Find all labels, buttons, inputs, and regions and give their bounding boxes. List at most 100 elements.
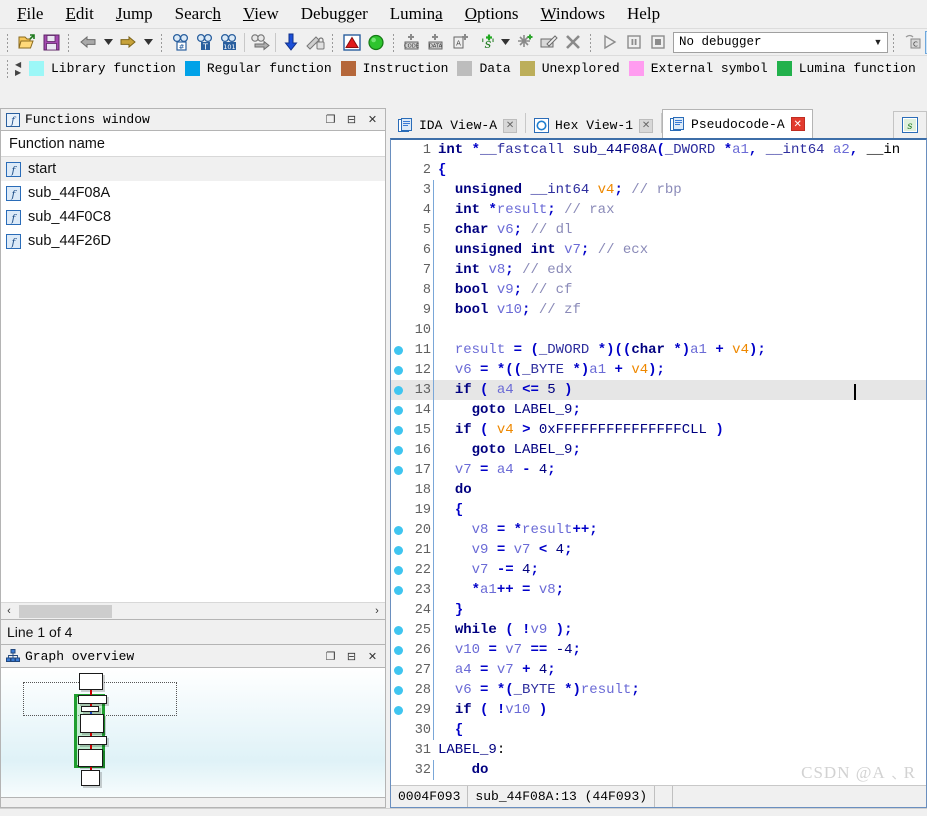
pseudocode-line[interactable]: 9 bool v10; // zf bbox=[391, 300, 926, 320]
pseudocode-line[interactable]: 15 if ( v4 > 0xFFFFFFFFFFFFFFFCLL ) bbox=[391, 420, 926, 440]
close-icon[interactable]: ✕ bbox=[363, 111, 382, 128]
warning-triangle-icon[interactable] bbox=[340, 31, 364, 54]
pseudocode-line[interactable]: 16 goto LABEL_9; bbox=[391, 440, 926, 460]
pause-icon[interactable] bbox=[622, 31, 646, 54]
pseudocode-line[interactable]: 26 v10 = v7 == -4; bbox=[391, 640, 926, 660]
menu-item-lumina[interactable]: Lumina bbox=[379, 2, 454, 26]
chevron-down-icon[interactable]: ▼ bbox=[869, 37, 887, 47]
string-dropdown-icon[interactable] bbox=[497, 31, 513, 54]
breakpoint-marker-icon[interactable] bbox=[391, 425, 405, 435]
menu-item-view[interactable]: View bbox=[232, 2, 290, 26]
stop-icon[interactable] bbox=[646, 31, 670, 54]
tab-hex-view-1[interactable]: Hex View-1 ✕ bbox=[526, 112, 662, 138]
pseudocode-line[interactable]: 4 int *result; // rax bbox=[391, 200, 926, 220]
menu-item-windows[interactable]: Windows bbox=[530, 2, 617, 26]
menu-item-edit[interactable]: Edit bbox=[54, 2, 104, 26]
search-text-icon[interactable]: T bbox=[193, 31, 217, 54]
debugger-select[interactable]: No debugger ▼ bbox=[673, 31, 888, 53]
run-icon[interactable] bbox=[598, 31, 622, 54]
pseudocode-line[interactable]: 28 v6 = *(_BYTE *)result; bbox=[391, 680, 926, 700]
pseudocode-line[interactable]: 2{ bbox=[391, 160, 926, 180]
tab-close-icon[interactable]: ✕ bbox=[639, 118, 654, 133]
graph-node[interactable] bbox=[80, 714, 104, 733]
pseudocode-line[interactable]: 25 while ( !v9 ); bbox=[391, 620, 926, 640]
pseudocode-line[interactable]: 11 result = (_DWORD *)((char *)a1 + v4); bbox=[391, 340, 926, 360]
breakpoint-marker-icon[interactable] bbox=[391, 365, 405, 375]
breakpoint-marker-icon[interactable] bbox=[391, 525, 405, 535]
breakpoint-marker-icon[interactable] bbox=[391, 465, 405, 475]
pseudocode-line[interactable]: 12 v6 = *((_BYTE *)a1 + v4); bbox=[391, 360, 926, 380]
close-icon[interactable]: ✕ bbox=[363, 648, 382, 665]
breakpoint-marker-icon[interactable] bbox=[391, 625, 405, 635]
breakpoint-marker-icon[interactable] bbox=[391, 685, 405, 695]
toolbar-grip-run[interactable] bbox=[588, 31, 595, 53]
pseudocode-line[interactable]: 23 *a1++ = v8; bbox=[391, 580, 926, 600]
pseudocode-pane[interactable]: 1 int *__fastcall sub_44F08A(_DWORD *a1, … bbox=[390, 138, 927, 808]
pseudocode-line[interactable]: 18 do bbox=[391, 480, 926, 500]
menu-item-search[interactable]: Search bbox=[164, 2, 232, 26]
open-file-icon[interactable] bbox=[15, 31, 39, 54]
pseudocode-line[interactable]: 17 v7 = a4 - 4; bbox=[391, 460, 926, 480]
graph-node[interactable] bbox=[78, 736, 107, 745]
pseudocode-line[interactable]: 30 { bbox=[391, 720, 926, 740]
breakpoint-marker-icon[interactable] bbox=[391, 345, 405, 355]
function-list-row[interactable]: f sub_44F26D bbox=[1, 229, 385, 253]
menu-item-debugger[interactable]: Debugger bbox=[290, 2, 379, 26]
nav-right-icon[interactable]: ▶ bbox=[15, 68, 27, 77]
graph-node[interactable] bbox=[81, 770, 100, 786]
restore-icon[interactable]: ⊟ bbox=[342, 111, 361, 128]
maximize-icon[interactable]: ❐ bbox=[321, 648, 340, 665]
make-struct-icon[interactable] bbox=[513, 31, 537, 54]
functions-list[interactable]: f start f sub_44F08A f sub_44F0C8 f sub_44F26D bbox=[1, 157, 385, 602]
pseudocode-line[interactable]: 20 v8 = *result++; bbox=[391, 520, 926, 540]
navigate-back-icon[interactable] bbox=[76, 31, 100, 54]
pseudocode-line[interactable]: 1 int *__fastcall sub_44F08A(_DWORD *a1, … bbox=[391, 140, 926, 160]
jump-xref-icon[interactable] bbox=[248, 31, 272, 54]
toolbar-grip-search[interactable] bbox=[159, 31, 166, 53]
rename-icon[interactable] bbox=[537, 31, 561, 54]
maximize-icon[interactable]: ❐ bbox=[321, 111, 340, 128]
pseudocode-lines[interactable]: 1 int *__fastcall sub_44F08A(_DWORD *a1, … bbox=[391, 140, 926, 807]
function-list-row[interactable]: f sub_44F08A bbox=[1, 181, 385, 205]
pseudocode-line[interactable]: 29 if ( !v10 ) bbox=[391, 700, 926, 720]
tab-pseudocode-a[interactable]: Pseudocode-A ✕ bbox=[662, 109, 813, 138]
breakpoint-marker-icon[interactable] bbox=[391, 545, 405, 555]
toolbar-grip-nav[interactable] bbox=[66, 31, 73, 53]
legend-nav-arrows[interactable]: ◀ ▶ bbox=[15, 60, 27, 77]
breakpoint-marker-icon[interactable] bbox=[391, 385, 405, 395]
pseudocode-line[interactable]: 32 do bbox=[391, 760, 926, 780]
pseudocode-line[interactable]: 21 v9 = v7 < 4; bbox=[391, 540, 926, 560]
undefine-icon[interactable] bbox=[303, 31, 327, 54]
pseudocode-line[interactable]: 22 v7 -= 4; bbox=[391, 560, 926, 580]
functions-horizontal-scrollbar[interactable]: ‹ › bbox=[1, 602, 385, 619]
toolbar-grip-edit[interactable] bbox=[391, 31, 398, 53]
graph-node[interactable] bbox=[79, 673, 103, 690]
tab-close-icon[interactable]: ✕ bbox=[503, 118, 518, 133]
pseudocode-line[interactable]: 5 char v6; // dl bbox=[391, 220, 926, 240]
green-circle-icon[interactable] bbox=[364, 31, 388, 54]
graph-overview-canvas[interactable] bbox=[0, 668, 386, 798]
pseudocode-line[interactable]: 31 LABEL_9: bbox=[391, 740, 926, 760]
pseudocode-line[interactable]: 3 unsigned __int64 v4; // rbp bbox=[391, 180, 926, 200]
tab-close-icon[interactable]: ✕ bbox=[790, 117, 805, 131]
legend-grip[interactable] bbox=[5, 58, 12, 79]
delete-icon[interactable] bbox=[561, 31, 585, 54]
menu-item-file[interactable]: FFileile bbox=[6, 2, 54, 26]
menu-item-help[interactable]: Help bbox=[616, 2, 671, 26]
pseudocode-line[interactable]: 13 if ( a4 <= 5 ) bbox=[391, 380, 926, 400]
breakpoint-marker-icon[interactable] bbox=[391, 585, 405, 595]
breakpoint-marker-icon[interactable] bbox=[391, 445, 405, 455]
chevron-left-icon[interactable]: ‹ bbox=[1, 605, 17, 617]
structures-icon[interactable]: s bbox=[893, 111, 927, 138]
function-list-row[interactable]: f sub_44F0C8 bbox=[1, 205, 385, 229]
forward-dropdown-icon[interactable] bbox=[140, 31, 156, 54]
pseudocode-line[interactable]: 14 goto LABEL_9; bbox=[391, 400, 926, 420]
make-array-icon[interactable]: A bbox=[449, 31, 473, 54]
search-hex-icon[interactable]: # bbox=[169, 31, 193, 54]
pseudocode-line[interactable]: 27 a4 = v7 + 4; bbox=[391, 660, 926, 680]
pseudocode-line[interactable]: 10 bbox=[391, 320, 926, 340]
step-over-source-icon[interactable]: C bbox=[901, 31, 925, 54]
functions-column-header[interactable]: Function name bbox=[1, 131, 385, 157]
breakpoint-marker-icon[interactable] bbox=[391, 565, 405, 575]
search-binary-icon[interactable]: 101 bbox=[217, 31, 241, 54]
